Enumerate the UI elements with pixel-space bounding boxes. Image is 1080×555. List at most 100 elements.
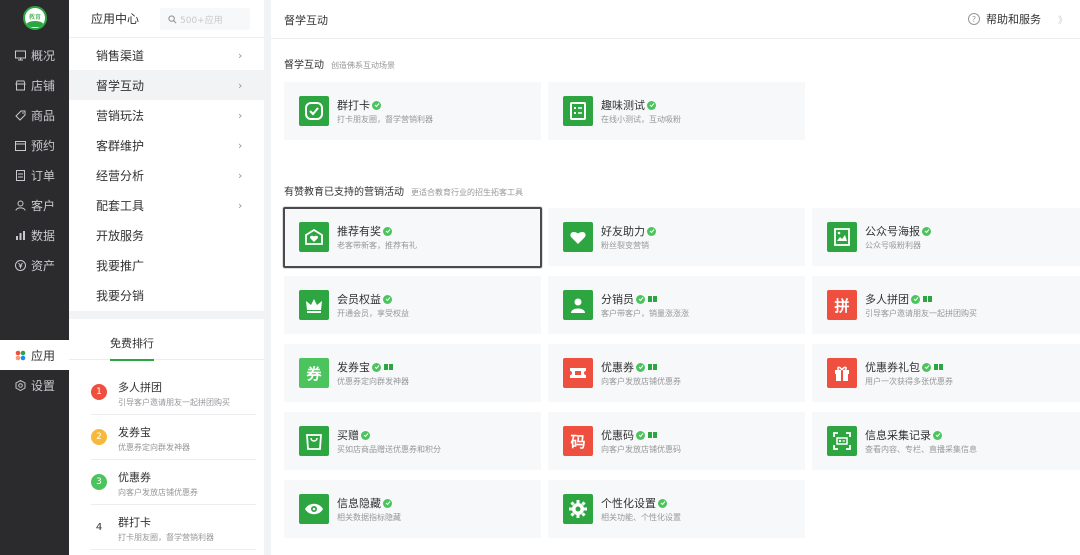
gift-box-icon	[827, 358, 857, 388]
app-card-buy-gift[interactable]: 买赠 买如店商品赠送优惠券和积分	[284, 412, 541, 470]
section-subtitle: 创造佛系互动场景	[331, 61, 395, 70]
collapse-icon[interactable]: 》	[1058, 13, 1067, 26]
app-card-personalization[interactable]: 个性化设置 相关功能、个性化设置	[548, 480, 805, 538]
app-card-group-buy[interactable]: 拼 多人拼团 引导客户邀请朋友一起拼团购买	[812, 276, 1080, 334]
quiz-list-icon	[563, 96, 593, 126]
app-card-title: 优惠券礼包	[865, 361, 920, 374]
app-card-desc: 买如店商品赠送优惠券和积分	[337, 445, 441, 454]
store-icon	[14, 79, 26, 91]
app-card-title: 多人拼团	[865, 293, 909, 306]
rank-item[interactable]: 3 优惠券 向客户发放店铺优惠券	[91, 460, 256, 505]
subnav-item-label: 客群维护	[96, 138, 145, 153]
gift-heart-icon	[299, 222, 329, 252]
app-card-name: 优惠码	[601, 427, 657, 443]
coupon-text-icon: 券	[299, 358, 329, 388]
rail-item-customers[interactable]: 客户	[0, 190, 69, 220]
verified-icon	[922, 362, 931, 372]
rail-item-apps[interactable]: 应用	[0, 340, 69, 370]
app-card-desc: 打卡朋友圈，督学营销利器	[337, 115, 433, 124]
rail-item-assets[interactable]: 资产	[0, 250, 69, 280]
app-card-friend-boost[interactable]: 好友助力 粉丝裂变营销	[548, 208, 805, 266]
app-card-member-benefits[interactable]: 会员权益 开通会员，享受权益	[284, 276, 541, 334]
subnav-item-label: 开放服务	[96, 228, 145, 243]
subnav-item-label: 配套工具	[96, 198, 145, 213]
rail-item-booking[interactable]: 预约	[0, 130, 69, 160]
subnav-item-marketing[interactable]: 营销玩法 ›	[69, 100, 264, 130]
subnav-item-study-interaction[interactable]: 督学互动 ›	[69, 70, 264, 100]
subnav-item-customer-care[interactable]: 客群维护 ›	[69, 130, 264, 160]
rank-item-name: 多人拼团	[118, 381, 162, 394]
subnav-item-distribution[interactable]: 我要分销	[69, 280, 264, 310]
app-search-input[interactable]: 500+应用	[160, 8, 250, 30]
app-card-coupon[interactable]: 优惠券 向客户发放店铺优惠券	[548, 344, 805, 402]
rail-item-store[interactable]: 店铺	[0, 70, 69, 100]
app-card-fun-quiz[interactable]: 趣味测试 在线小测试，互动吸粉	[548, 82, 805, 140]
subnav-item-sales-channels[interactable]: 销售渠道 ›	[69, 40, 264, 70]
rank-item[interactable]: 2 发券宝 优惠券定向群发神器	[91, 415, 256, 460]
calendar-icon	[14, 139, 26, 151]
verified-icon	[383, 294, 392, 304]
app-card-title: 个性化设置	[601, 497, 656, 510]
gear-icon	[563, 494, 593, 524]
app-card-desc: 公众号吸粉利器	[865, 241, 921, 250]
app-card-name: 趣味测试	[601, 97, 656, 113]
rank-item[interactable]: 4 群打卡 打卡朋友圈，督学营销利器	[91, 505, 256, 550]
ticket-icon	[563, 358, 593, 388]
rail-item-label: 概况	[31, 48, 56, 63]
app-card-coupon-pack[interactable]: 优惠券礼包 用户一次获得多张优惠券	[812, 344, 1080, 402]
app-card-desc: 相关数据指标隐藏	[337, 513, 401, 522]
app-card-title: 推荐有奖	[337, 225, 381, 238]
rail-item-goods[interactable]: 商品	[0, 100, 69, 130]
chevron-right-icon: ›	[238, 139, 243, 152]
subnav-item-analytics[interactable]: 经营分析 ›	[69, 160, 264, 190]
rank-item[interactable]: 1 多人拼团 引导客户邀请朋友一起拼团购买	[91, 370, 256, 415]
help-and-service-link[interactable]: ? 帮助和服务	[968, 11, 1041, 27]
subnav-item-tools[interactable]: 配套工具 ›	[69, 190, 264, 220]
rail-item-orders[interactable]: 订单	[0, 160, 69, 190]
rail-item-label: 店铺	[31, 78, 56, 93]
yen-icon	[14, 259, 26, 271]
app-card-title: 发券宝	[337, 361, 370, 374]
app-card-desc: 在线小测试，互动吸粉	[601, 115, 681, 124]
pin-icon: 拼	[827, 290, 857, 320]
verified-icon	[658, 498, 667, 508]
platform-badge-icon	[648, 432, 657, 438]
rail-item-data[interactable]: 数据	[0, 220, 69, 250]
search-icon	[168, 14, 177, 23]
verified-icon	[647, 100, 656, 110]
rail-item-overview[interactable]: 概况	[0, 40, 69, 70]
app-card-desc: 向客户发放店铺优惠码	[601, 445, 681, 454]
app-card-name: 发券宝	[337, 359, 393, 375]
top-bar: 督学互动 ? 帮助和服务 》	[271, 0, 1080, 39]
rail-item-settings[interactable]: 设置	[0, 370, 69, 400]
app-card-name: 会员权益	[337, 291, 392, 307]
app-card-desc: 向客户发放店铺优惠券	[601, 377, 681, 386]
app-card-name: 公众号海报	[865, 223, 931, 239]
app-card-promo-code[interactable]: 码 优惠码 向客户发放店铺优惠码	[548, 412, 805, 470]
app-card-desc: 用户一次获得多张优惠券	[865, 377, 953, 386]
app-card-wechat-poster[interactable]: 公众号海报 公众号吸粉利器	[812, 208, 1080, 266]
verified-icon	[372, 100, 381, 110]
app-card-desc: 粉丝裂变营销	[601, 241, 649, 250]
app-card-group-checkin[interactable]: 群打卡 打卡朋友圈，督学营销利器	[284, 82, 541, 140]
subnav-item-promote[interactable]: 我要推广	[69, 250, 264, 280]
subnav-item-open-service[interactable]: 开放服务	[69, 220, 264, 250]
app-card-referral-reward[interactable]: 推荐有奖 老客带新客，推荐有礼	[283, 207, 542, 268]
app-card-coupon-sender[interactable]: 券 发券宝 优惠券定向群发神器	[284, 344, 541, 402]
app-card-distributor[interactable]: 分销员 客户带客户，销量涨涨涨	[548, 276, 805, 334]
app-card-info-collection[interactable]: 信息采集记录 查看内容、专栏、直播采集信息	[812, 412, 1080, 470]
app-card-info-hide[interactable]: 信息隐藏 相关数据指标隐藏	[284, 480, 541, 538]
search-placeholder: 500+应用	[180, 15, 223, 26]
app-card-title: 好友助力	[601, 225, 645, 238]
page-title: 督学互动	[284, 14, 328, 27]
brand-logo[interactable]: 教育	[23, 6, 47, 30]
subnav-title: 应用中心	[91, 12, 140, 26]
order-icon	[14, 169, 26, 181]
verified-icon	[933, 430, 942, 440]
tab-free-ranking[interactable]: 免费排行	[110, 335, 154, 361]
rank-item-desc: 向客户发放店铺优惠券	[118, 488, 198, 497]
app-card-name: 信息采集记录	[865, 427, 942, 443]
app-card-name: 好友助力	[601, 223, 656, 239]
heart-icon	[563, 222, 593, 252]
rail-item-label: 客户	[31, 198, 56, 213]
